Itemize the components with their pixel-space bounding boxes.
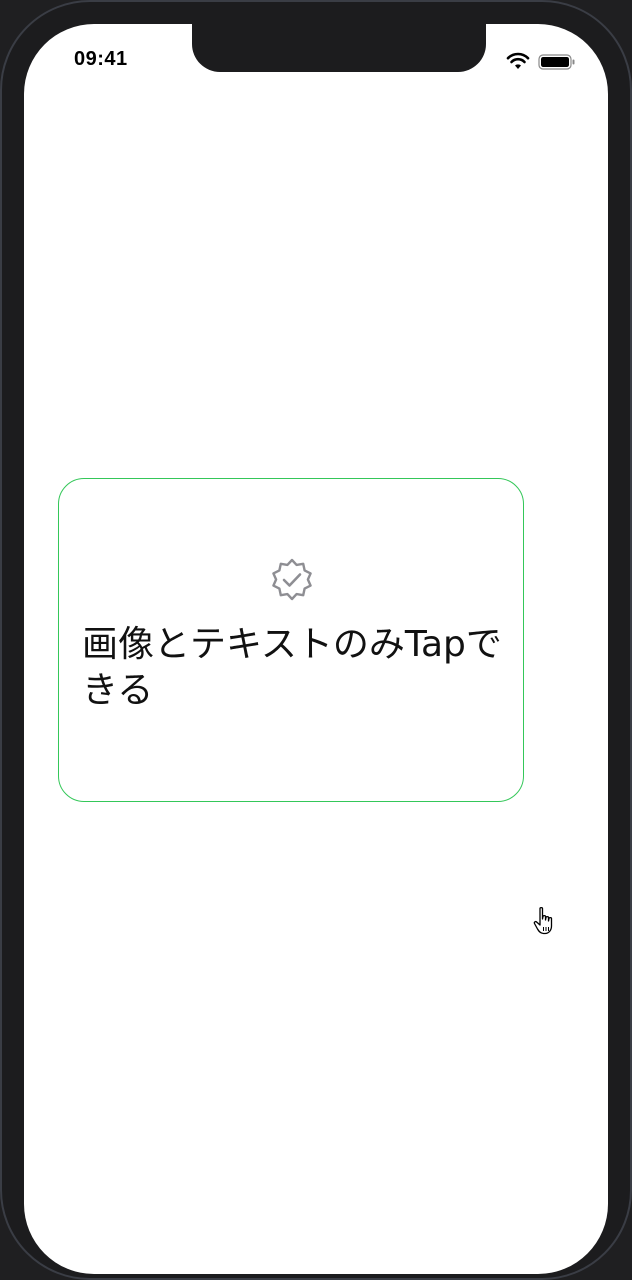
- notch: [192, 24, 486, 72]
- wifi-icon: [506, 52, 530, 69]
- status-time: 09:41: [74, 48, 128, 70]
- hand-pointer-cursor-icon: [533, 906, 553, 935]
- battery-icon: [538, 54, 575, 70]
- card-label[interactable]: 画像とテキストのみTapできる: [82, 622, 512, 714]
- checkmark-seal-icon[interactable]: [268, 556, 316, 604]
